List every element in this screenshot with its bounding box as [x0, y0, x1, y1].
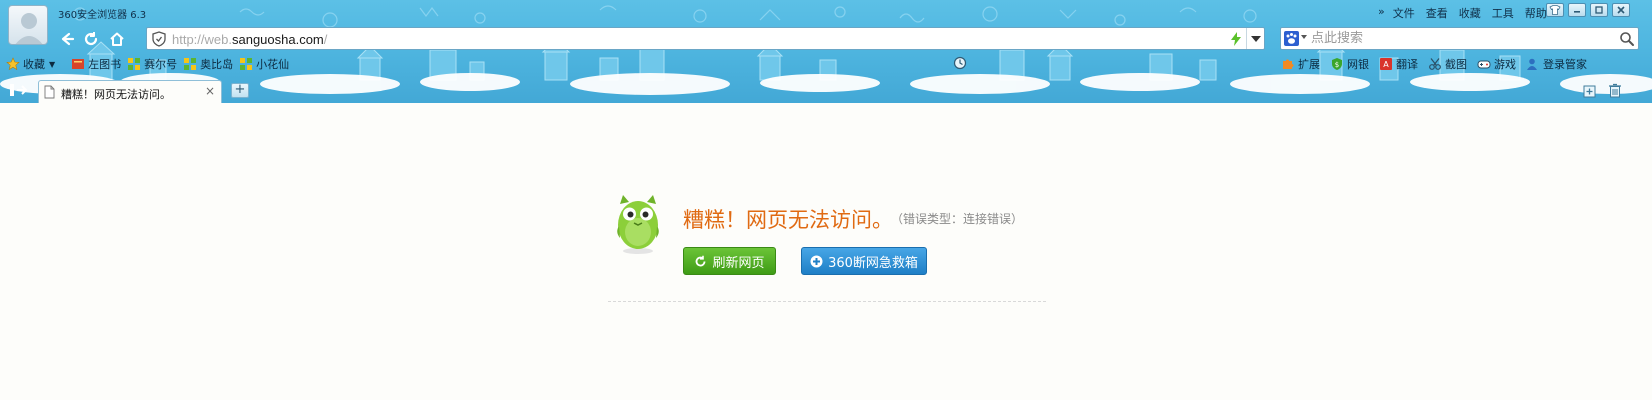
minimize-button[interactable]: [1568, 3, 1586, 17]
user-key-icon: [1527, 58, 1537, 70]
skin-button[interactable]: [1546, 3, 1564, 17]
favorite-item[interactable]: 奥比岛: [183, 56, 233, 72]
translate-icon: A: [1380, 58, 1392, 70]
game-grid-icon: [128, 58, 141, 70]
favorites-caret-icon: ▼: [49, 59, 56, 69]
game-grid-icon: [240, 58, 253, 70]
url-text[interactable]: http://web.sanguosha.com/: [172, 32, 327, 47]
tab-title: 糟糕！网页无法访问。: [61, 88, 171, 101]
tool-label: 网银: [1347, 58, 1369, 71]
tool-screenshot[interactable]: 截图: [1428, 56, 1467, 72]
shirt-icon: [1549, 5, 1561, 15]
favorites-menu[interactable]: 收藏 ▼: [6, 56, 55, 72]
plus-circle-icon: [810, 255, 823, 267]
favorite-label: 小花仙: [256, 58, 290, 71]
tool-extensions[interactable]: 扩展: [1281, 56, 1320, 72]
svg-text:$: $: [1335, 61, 1339, 69]
puzzle-icon: [1283, 59, 1294, 69]
tool-label: 截图: [1445, 58, 1467, 71]
caret-down-icon: [1251, 35, 1261, 42]
history-clock-icon[interactable]: [953, 56, 967, 70]
trash-icon[interactable]: [1608, 83, 1622, 98]
network-rescue-label: 360断网急救箱: [828, 255, 918, 271]
tool-label: 游戏: [1494, 58, 1516, 71]
arrow-left-icon: [61, 32, 75, 46]
search-icon[interactable]: [1619, 31, 1635, 47]
refresh-button[interactable]: [80, 28, 102, 50]
error-title: 糟糕！网页无法访问。: [683, 208, 893, 232]
tool-translate[interactable]: A 翻译: [1379, 56, 1418, 72]
refresh-icon: [84, 32, 98, 46]
favorite-item[interactable]: 小花仙: [239, 56, 289, 72]
user-avatar[interactable]: [8, 5, 48, 45]
refresh-page-label: 刷新网页: [712, 255, 765, 271]
favorites-bar: 收藏 ▼ 左图书 赛尔号 奥比岛 小花仙: [6, 56, 295, 72]
mascot-icon: [617, 195, 659, 254]
app-title: 360安全浏览器 6.3: [58, 10, 147, 21]
content-divider: [608, 301, 1046, 302]
restore-icon: [1595, 6, 1603, 14]
error-type: （错误类型：连接错误）: [891, 212, 1024, 226]
tool-games[interactable]: 游戏: [1477, 56, 1516, 72]
tool-label: 登录管家: [1543, 58, 1587, 71]
address-dropdown-button[interactable]: [1246, 28, 1265, 49]
search-box: [1280, 27, 1639, 50]
engine-caret-icon[interactable]: [1301, 35, 1307, 39]
refresh-icon: [696, 255, 706, 266]
tab-strip: 糟糕！网页无法访问。 × +: [0, 78, 1652, 103]
home-button[interactable]: [106, 28, 128, 50]
address-bar[interactable]: http://web.sanguosha.com/: [146, 27, 1265, 50]
sidebar-toggle-icon[interactable]: [9, 82, 29, 98]
restore-tab-icon[interactable]: [1583, 85, 1596, 98]
tool-label: 扩展: [1298, 58, 1320, 71]
book-icon: [72, 59, 85, 69]
url-scheme: http://web.: [172, 32, 232, 47]
new-tab-button[interactable]: +: [231, 83, 249, 98]
menu-tools[interactable]: 工具: [1492, 5, 1514, 20]
network-rescue-button[interactable]: 360断网急救箱: [801, 247, 927, 275]
window-controls: [1546, 3, 1630, 17]
menu-view[interactable]: 查看: [1426, 5, 1448, 20]
refresh-page-button[interactable]: 刷新网页: [683, 247, 776, 275]
tab-active[interactable]: 糟糕！网页无法访问。 ×: [38, 80, 222, 103]
url-host: sanguosha.com: [231, 32, 324, 47]
tool-login-manager[interactable]: 登录管家: [1526, 56, 1587, 72]
speed-mode-bolt-icon[interactable]: [1229, 31, 1243, 47]
close-icon: [1617, 6, 1625, 14]
menu-bar: » 文件 查看 收藏 工具 帮助: [1378, 5, 1558, 20]
game-grid-icon: [184, 58, 197, 70]
shield-money-icon: $: [1332, 58, 1342, 70]
browser-chrome: 360安全浏览器 6.3 » 文件 查看 收藏 工具 帮助 http://web…: [0, 0, 1652, 103]
svg-text:A: A: [1383, 60, 1389, 69]
favorite-item[interactable]: 赛尔号: [127, 56, 177, 72]
favorite-item[interactable]: 左图书: [71, 56, 121, 72]
back-button[interactable]: [56, 28, 78, 50]
minimize-icon: [1574, 11, 1580, 13]
close-window-button[interactable]: [1612, 3, 1630, 17]
search-input[interactable]: [1311, 30, 1601, 47]
tool-label: 翻译: [1396, 58, 1418, 71]
page-icon: [44, 85, 55, 99]
tools-bar: 扩展 $ 网银 A 翻译 截图 游戏 登录管家: [1281, 56, 1597, 72]
scissors-icon: [1429, 58, 1441, 70]
user-silhouette-icon: [15, 13, 43, 44]
menu-favorites[interactable]: 收藏: [1459, 5, 1481, 20]
home-icon: [110, 32, 124, 46]
security-shield-icon[interactable]: [151, 31, 167, 47]
baidu-paw-icon[interactable]: [1284, 31, 1299, 46]
tab-close-icon[interactable]: ×: [205, 84, 215, 98]
favorites-label: 收藏: [23, 58, 45, 71]
gamepad-icon: [1477, 60, 1491, 69]
favorite-label: 奥比岛: [200, 58, 234, 71]
favorite-label: 赛尔号: [144, 58, 178, 71]
menu-help[interactable]: 帮助: [1525, 5, 1547, 20]
menu-overflow-icon[interactable]: »: [1378, 5, 1385, 19]
menu-file[interactable]: 文件: [1393, 5, 1415, 20]
url-tail: /: [323, 32, 328, 47]
maximize-button[interactable]: [1590, 3, 1608, 17]
star-icon: [6, 57, 20, 71]
favorite-label: 左图书: [88, 58, 122, 71]
tool-netbank[interactable]: $ 网银: [1330, 56, 1369, 72]
